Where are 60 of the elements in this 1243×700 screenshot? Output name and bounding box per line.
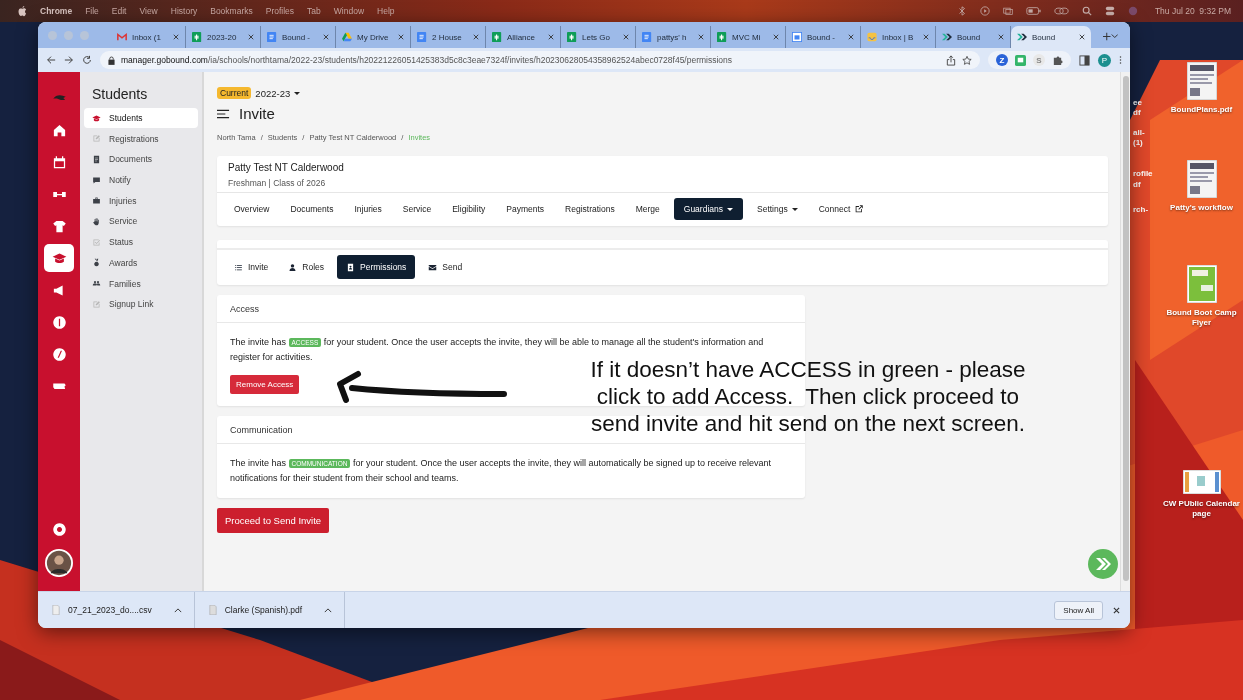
nav-tab[interactable]: Overview: [227, 198, 277, 220]
profile-button[interactable]: P: [1098, 53, 1111, 67]
sidebar-item[interactable]: Signup Link: [84, 294, 198, 315]
extension-button[interactable]: Z: [996, 54, 1008, 66]
sub-tab[interactable]: Permissions: [337, 255, 416, 279]
menu-item[interactable]: File: [85, 6, 99, 16]
desktop-label: rofile: [1133, 169, 1153, 178]
menu-clock[interactable]: Thu Jul 20 9:32 PM: [1154, 6, 1231, 16]
sidebar-item[interactable]: Documents: [84, 149, 198, 170]
desktop-label: (1): [1133, 138, 1143, 147]
nav-tab[interactable]: Guardians: [673, 198, 743, 220]
sidebar-item[interactable]: Students: [84, 108, 198, 128]
menu-item[interactable]: Profiles: [265, 6, 295, 16]
desktop-label: df: [1133, 180, 1141, 189]
address-bar[interactable]: manager.gobound.com/ia/schools/northtama/2022-23/students/h20221226051425383d5c8c3eae7324f/invites/h20230628054358962524abec0728f45/permissions: [100, 51, 980, 69]
menu-item[interactable]: Window: [333, 6, 365, 16]
sub-tab[interactable]: Invite: [227, 256, 276, 278]
menu-item[interactable]: Help: [377, 6, 395, 16]
browser-tab[interactable]: Bound: [1011, 26, 1091, 48]
menu-item[interactable]: History: [170, 6, 198, 16]
sidebar-item[interactable]: Service: [84, 211, 198, 232]
nav-tab[interactable]: Injuries: [347, 198, 389, 220]
desktop-icon-label[interactable]: CW PUblic Calendar page: [1160, 499, 1243, 519]
nav-tab[interactable]: Settings: [750, 198, 805, 220]
proceed-button[interactable]: Proceed to Send Invite: [217, 508, 330, 533]
desktop-label: df: [1133, 108, 1141, 117]
sidebar-item[interactable]: Injuries: [84, 190, 198, 211]
nav-tab[interactable]: Service: [395, 198, 439, 220]
student-subtitle: Freshman | Class of 2026: [228, 178, 327, 188]
desktop-label: rch-: [1133, 205, 1149, 214]
menu-item[interactable]: Bookmarks: [210, 6, 253, 16]
menu-item[interactable]: Tab: [307, 6, 321, 16]
sub-tab[interactable]: Roles: [281, 256, 332, 278]
season-dropdown[interactable]: 2022-23: [255, 87, 301, 99]
nav-tab[interactable]: Payments: [499, 198, 552, 220]
sidebar-item[interactable]: Registrations: [84, 128, 198, 149]
download-item[interactable]: 07_21_2023_do....csv: [48, 592, 195, 628]
sub-tab[interactable]: Send: [421, 256, 470, 278]
section-title: Access: [217, 295, 805, 323]
show-all-button[interactable]: Show All: [1054, 600, 1103, 620]
nav-tab[interactable]: Eligibility: [445, 198, 493, 220]
nav-tab[interactable]: Registrations: [558, 198, 622, 220]
remove-access-button[interactable]: Remove Access: [230, 375, 300, 394]
menu-item[interactable]: Edit: [111, 6, 127, 16]
nav-tab[interactable]: Merge: [628, 198, 667, 220]
sidebar-item[interactable]: Notify: [84, 170, 198, 191]
sidebar-item[interactable]: Families: [84, 273, 198, 294]
nav-tab[interactable]: Connect: [811, 198, 872, 220]
sidebar-item[interactable]: Status: [84, 232, 198, 253]
download-item[interactable]: Clarke (Spanish).pdf: [204, 592, 346, 628]
menu-app-name[interactable]: Chrome: [40, 6, 73, 16]
menu-item[interactable]: View: [139, 6, 158, 16]
sidebar-title: Students: [91, 86, 149, 102]
current-badge: Current: [217, 87, 252, 99]
student-name: Patty Test NT Calderwood: [228, 162, 345, 173]
page-title: Invite: [239, 105, 275, 122]
desktop-label: all-: [1133, 128, 1145, 137]
nav-tab[interactable]: Documents: [283, 198, 341, 220]
sidebar-item[interactable]: Awards: [84, 252, 198, 273]
annotation-text: If it doesn’t have ACCESS in green - please click to add Access. Then click proceed to send invite and hit send on the next screen.: [589, 356, 1027, 437]
